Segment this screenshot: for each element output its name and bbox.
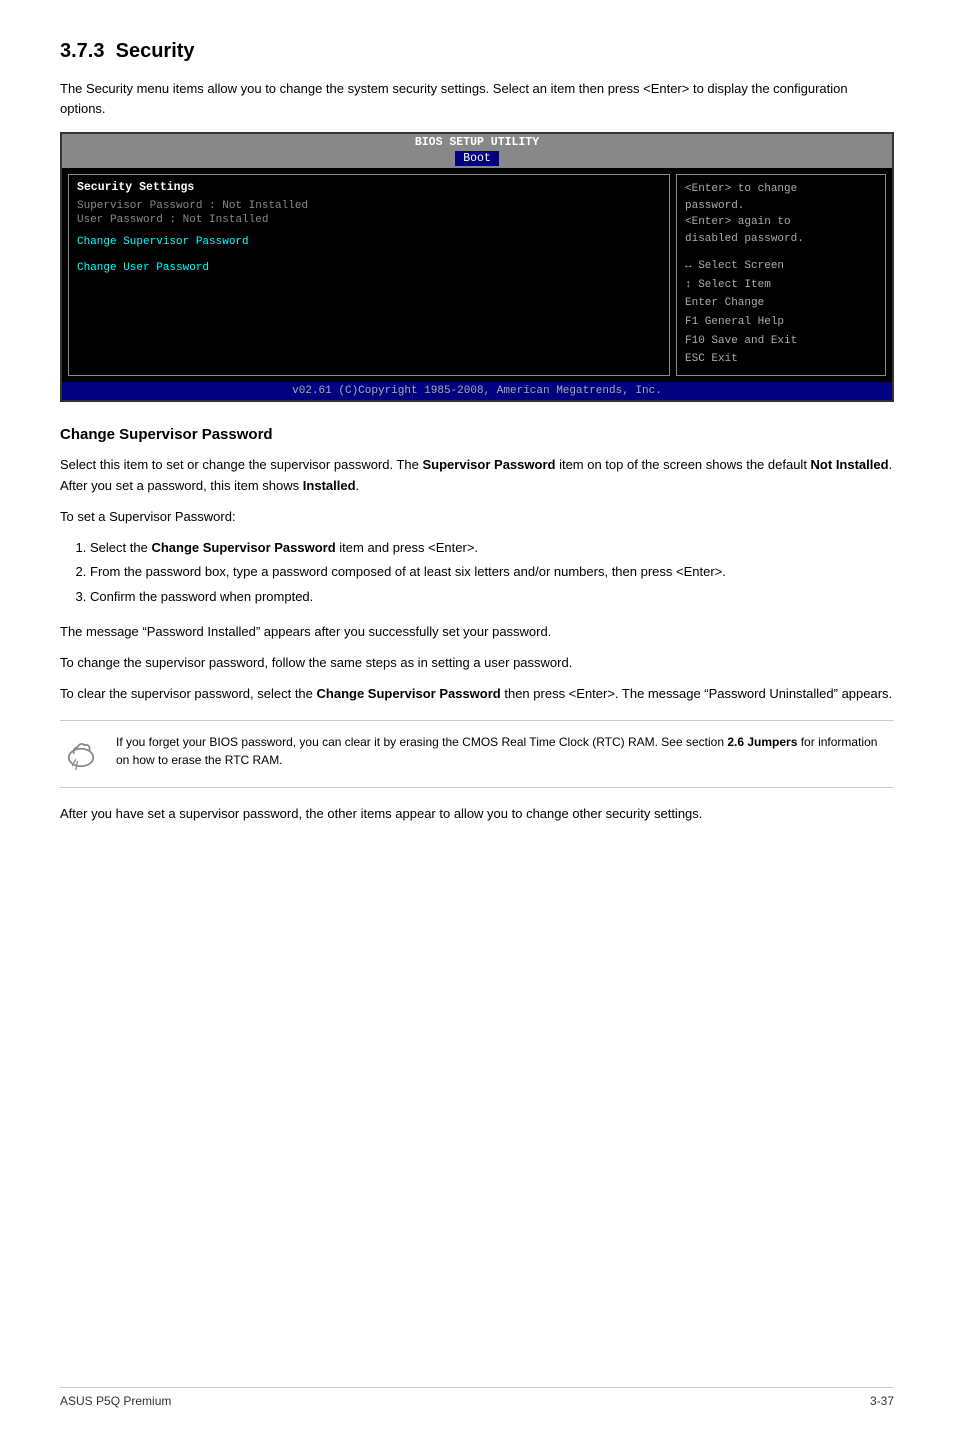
supervisor-para3: The message “Password Installed” appears… <box>60 622 894 643</box>
bios-left-panel: Security Settings Supervisor Password : … <box>68 174 670 376</box>
step-2: From the password box, type a password c… <box>90 562 894 583</box>
bios-change-supervisor-action: Change Supervisor Password <box>77 234 661 252</box>
bios-change-user-action: Change User Password <box>77 260 661 278</box>
bios-header: BIOS SETUP UTILITY <box>62 134 892 151</box>
bios-right-panel: <Enter> to change password. <Enter> agai… <box>676 174 886 376</box>
bios-footer: v02.61 (C)Copyright 1985-2008, American … <box>62 382 892 400</box>
bios-key-legend: ↔ Select Screen ↕ Select Item Enter Chan… <box>685 257 877 369</box>
note-icon <box>60 733 102 775</box>
supervisor-para5: To clear the supervisor password, select… <box>60 684 894 705</box>
section-title: 3.7.3 Security <box>60 40 894 63</box>
step-1: Select the Change Supervisor Password it… <box>90 538 894 559</box>
bios-user-row: User Password : Not Installed <box>77 214 661 226</box>
step-3: Confirm the password when prompted. <box>90 587 894 608</box>
supervisor-para1: Select this item to set or change the su… <box>60 455 894 497</box>
supervisor-para2: To set a Supervisor Password: <box>60 507 894 528</box>
supervisor-para6: After you have set a supervisor password… <box>60 804 894 825</box>
bios-body: Security Settings Supervisor Password : … <box>62 168 892 382</box>
footer-right: 3-37 <box>870 1394 894 1408</box>
page-footer: ASUS P5Q Premium 3-37 <box>60 1387 894 1408</box>
note-box: If you forget your BIOS password, you ca… <box>60 720 894 788</box>
bios-security-settings-label: Security Settings <box>77 181 661 194</box>
steps-list: Select the Change Supervisor Password it… <box>90 538 894 608</box>
intro-paragraph: The Security menu items allow you to cha… <box>60 79 894 118</box>
supervisor-para4: To change the supervisor password, follo… <box>60 653 894 674</box>
change-supervisor-heading: Change Supervisor Password <box>60 426 894 443</box>
bios-tab-boot: Boot <box>455 151 499 166</box>
bios-screenshot: BIOS SETUP UTILITY Boot Security Setting… <box>60 132 894 402</box>
bios-tab-row: Boot <box>62 151 892 168</box>
bios-help-text: <Enter> to change password. <Enter> agai… <box>685 181 877 247</box>
footer-left: ASUS P5Q Premium <box>60 1394 171 1408</box>
note-text: If you forget your BIOS password, you ca… <box>116 733 894 769</box>
bios-supervisor-row: Supervisor Password : Not Installed <box>77 200 661 212</box>
